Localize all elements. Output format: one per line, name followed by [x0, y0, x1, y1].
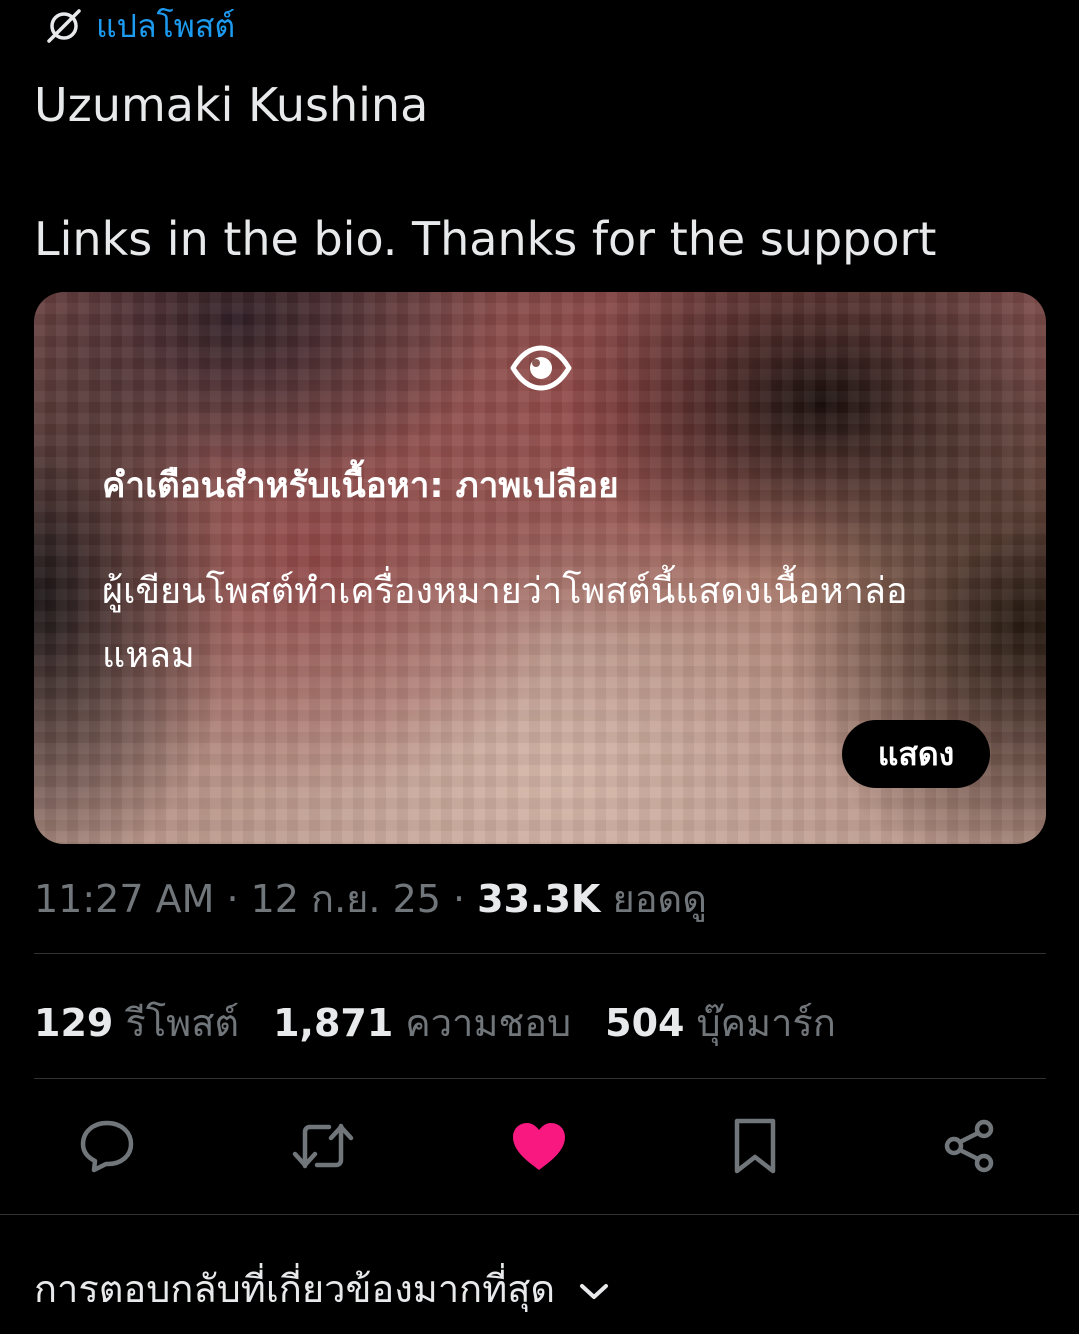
likes-count: 1,871: [273, 1001, 394, 1045]
reposts-count: 129: [34, 1001, 114, 1045]
chevron-down-icon: [579, 1267, 609, 1311]
globe-slash-icon: [44, 6, 84, 46]
show-media-button[interactable]: แสดง: [842, 720, 990, 788]
reply-icon: [78, 1118, 136, 1178]
repost-button[interactable]: [291, 1116, 355, 1180]
reposts-stat[interactable]: 129 รีโพสต์: [34, 992, 239, 1053]
post-action-bar: [0, 1110, 1079, 1186]
eye-icon: [510, 344, 572, 396]
replies-sort-dropdown[interactable]: การตอบกลับที่เกี่ยวข้องมากที่สุด: [34, 1258, 609, 1319]
meta-separator: ·: [214, 877, 251, 921]
sensitive-media-card: คำเตือนสำหรับเนื้อหา: ภาพเปลือย ผู้เขียน…: [34, 292, 1046, 844]
engagement-stats: 129 รีโพสต์ 1,871 ความชอบ 504 บุ๊คมาร์ก: [34, 992, 836, 1053]
likes-stat[interactable]: 1,871 ความชอบ: [273, 992, 571, 1053]
likes-label: ความชอบ: [405, 1001, 572, 1045]
divider: [0, 1214, 1079, 1215]
reposts-label: รีโพสต์: [125, 1001, 240, 1045]
translate-label: แปลโพสต์: [96, 6, 236, 45]
bookmarks-stat[interactable]: 504 บุ๊คมาร์ก: [605, 992, 836, 1053]
bookmarks-count: 504: [605, 1001, 685, 1045]
views-label: ยอดดู: [612, 877, 707, 921]
bookmark-icon: [731, 1117, 779, 1179]
meta-separator: ·: [440, 877, 478, 921]
divider: [34, 953, 1046, 954]
content-warning-description: ผู้เขียนโพสต์ทำเครื่องหมายว่าโพสต์นี้แสด…: [102, 571, 908, 676]
content-warning-title: คำเตือนสำหรับเนื้อหา: ภาพเปลือย: [102, 466, 619, 506]
reply-button[interactable]: [75, 1116, 139, 1180]
post-text-line-1: Uzumaki Kushina: [34, 78, 429, 132]
post-time: 11:27 AM: [34, 877, 215, 921]
heart-icon: [510, 1120, 568, 1176]
post-date: 12 ก.ย. 25: [250, 877, 441, 921]
bookmarks-label: บุ๊คมาร์ก: [696, 1001, 836, 1045]
like-button[interactable]: [507, 1116, 571, 1180]
repost-icon: [291, 1120, 355, 1176]
share-icon: [942, 1118, 998, 1178]
divider: [34, 1078, 1046, 1079]
bookmark-button[interactable]: [723, 1116, 787, 1180]
post-text-line-2: Links in the bio. Thanks for the support: [34, 212, 937, 266]
replies-sort-label: การตอบกลับที่เกี่ยวข้องมากที่สุด: [34, 1267, 556, 1311]
post-meta: 11:27 AM · 12 ก.ย. 25 · 33.3K ยอดดู: [34, 868, 707, 929]
translate-post-link[interactable]: แปลโพสต์: [44, 4, 235, 48]
share-button[interactable]: [938, 1116, 1002, 1180]
views-count[interactable]: 33.3K: [477, 877, 600, 921]
